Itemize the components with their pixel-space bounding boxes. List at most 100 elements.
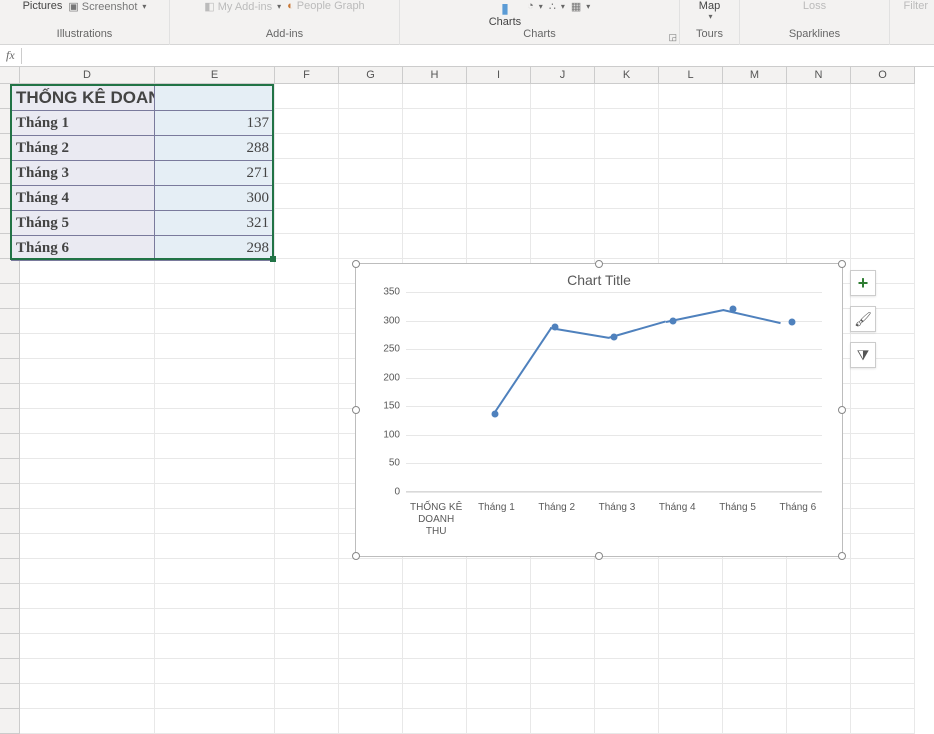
gridline — [406, 492, 822, 493]
resize-handle[interactable] — [838, 260, 846, 268]
table-row-label[interactable]: Tháng 5 — [11, 210, 155, 236]
row-header[interactable] — [0, 634, 20, 659]
y-tick-label: 100 — [383, 429, 400, 440]
col-header[interactable]: G — [339, 67, 403, 84]
filter-label: Filter — [904, 0, 928, 12]
table-row-value[interactable]: 271 — [154, 160, 274, 186]
formula-bar: fx — [0, 45, 934, 67]
table-row-label[interactable]: Tháng 2 — [11, 135, 155, 161]
scatter-chart-button[interactable]: ∴▾ — [549, 0, 565, 13]
chevron-down-icon: ▾ — [277, 2, 281, 11]
filter-button[interactable]: Filter — [904, 0, 928, 12]
ribbon-group-addins: ◧ My Add-ins ▾ ◐ People Graph Add-ins — [170, 0, 400, 45]
row-header[interactable] — [0, 584, 20, 609]
resize-handle[interactable] — [352, 406, 360, 414]
map-button[interactable]: Map▾ — [699, 0, 720, 21]
row-header[interactable] — [0, 559, 20, 584]
recommended-charts-button[interactable]: ▮ Charts — [489, 0, 521, 28]
gridline — [406, 435, 822, 436]
resize-handle[interactable] — [352, 552, 360, 560]
select-all-corner[interactable] — [0, 67, 20, 84]
row-header[interactable] — [0, 659, 20, 684]
pictures-label: Pictures — [23, 0, 63, 12]
table-title-cell[interactable]: THỐNG KÊ DOANH THU — [11, 84, 155, 111]
spreadsheet-grid[interactable]: DEFGHIJKLMNO THỐNG KÊ DOANH THU Tháng 11… — [0, 67, 934, 700]
row-header[interactable] — [0, 684, 20, 709]
chart-elements-button[interactable]: + — [850, 270, 876, 296]
row-header[interactable] — [0, 259, 20, 284]
row-header[interactable] — [0, 334, 20, 359]
chart-filters-button[interactable]: ⧩ — [850, 342, 876, 368]
row-header[interactable] — [0, 509, 20, 534]
table-row-value[interactable]: 288 — [154, 135, 274, 161]
gridline — [406, 321, 822, 322]
chart-object[interactable]: Chart Title 050100150200250300350 THỐNG … — [355, 263, 843, 557]
row-header[interactable] — [0, 709, 20, 734]
col-header[interactable]: J — [531, 67, 595, 84]
row-header[interactable] — [0, 459, 20, 484]
resize-handle[interactable] — [838, 406, 846, 414]
col-header[interactable]: E — [155, 67, 275, 84]
col-header[interactable]: F — [275, 67, 339, 84]
map-label: Map — [699, 0, 720, 12]
row-header[interactable] — [0, 284, 20, 309]
table-row-label[interactable]: Tháng 4 — [11, 185, 155, 211]
screenshot-button[interactable]: ▣ Screenshot ▾ — [68, 0, 146, 13]
chevron-down-icon: ▾ — [142, 2, 146, 11]
formula-input[interactable] — [28, 46, 934, 66]
col-header[interactable]: O — [851, 67, 915, 84]
pictures-button[interactable]: Pictures — [23, 0, 63, 12]
table-row-label[interactable]: Tháng 3 — [11, 160, 155, 186]
table-row-value[interactable]: 300 — [154, 185, 274, 211]
loss-button[interactable]: Loss — [803, 0, 826, 12]
column-headers[interactable]: DEFGHIJKLMNO — [20, 67, 915, 84]
my-addins-button[interactable]: ◧ My Add-ins ▾ — [204, 0, 281, 13]
ribbon-group-charts: ▮ Charts ◔▾ ∴▾ ▦▾ Charts ◲ — [400, 0, 680, 45]
resize-handle[interactable] — [838, 552, 846, 560]
chart-title[interactable]: Chart Title — [356, 264, 842, 292]
col-header[interactable]: N — [787, 67, 851, 84]
y-axis-ticks: 050100150200250300350 — [370, 292, 404, 492]
table-row-label[interactable]: Tháng 6 — [11, 235, 155, 261]
ribbon-group-tours: Map▾ Tours — [680, 0, 740, 45]
col-header[interactable]: H — [403, 67, 467, 84]
table-row-label[interactable]: Tháng 1 — [11, 110, 155, 136]
people-graph-button[interactable]: ◐ People Graph — [287, 0, 365, 12]
dialog-launcher-icon[interactable]: ◲ — [668, 32, 677, 43]
chart-plot-area[interactable]: 050100150200250300350 — [370, 292, 828, 492]
ribbon-group-label: Add-ins — [266, 28, 303, 40]
row-header[interactable] — [0, 609, 20, 634]
row-header[interactable] — [0, 484, 20, 509]
row-header[interactable] — [0, 359, 20, 384]
charts-label: Charts — [489, 16, 521, 28]
pie-chart-button[interactable]: ◔▾ — [527, 0, 543, 12]
table-row-value[interactable]: 321 — [154, 210, 274, 236]
surface-chart-button[interactable]: ▦▾ — [571, 0, 590, 13]
fx-icon[interactable]: fx — [6, 48, 15, 63]
col-header[interactable]: I — [467, 67, 531, 84]
resize-handle[interactable] — [595, 260, 603, 268]
resize-handle[interactable] — [595, 552, 603, 560]
table-title-cell-right[interactable] — [154, 84, 274, 111]
ribbon-group-label: Charts — [523, 28, 555, 40]
chart-data-point[interactable] — [789, 318, 796, 325]
col-header[interactable]: D — [20, 67, 155, 84]
table-row-value[interactable]: 137 — [154, 110, 274, 136]
row-header[interactable] — [0, 409, 20, 434]
chart-styles-button[interactable]: 🖌 — [850, 306, 876, 332]
loss-label: Loss — [803, 0, 826, 12]
gridline — [406, 463, 822, 464]
row-header[interactable] — [0, 309, 20, 334]
ribbon-group-label: Illustrations — [57, 28, 113, 40]
row-header[interactable] — [0, 434, 20, 459]
col-header[interactable]: K — [595, 67, 659, 84]
table-row-value[interactable]: 298 — [154, 235, 274, 261]
y-tick-label: 0 — [394, 487, 400, 498]
row-header[interactable] — [0, 384, 20, 409]
ribbon-group-sparklines: Loss Sparklines — [740, 0, 890, 45]
col-header[interactable]: L — [659, 67, 723, 84]
col-header[interactable]: M — [723, 67, 787, 84]
plot-region[interactable] — [406, 292, 822, 492]
row-header[interactable] — [0, 534, 20, 559]
resize-handle[interactable] — [352, 260, 360, 268]
